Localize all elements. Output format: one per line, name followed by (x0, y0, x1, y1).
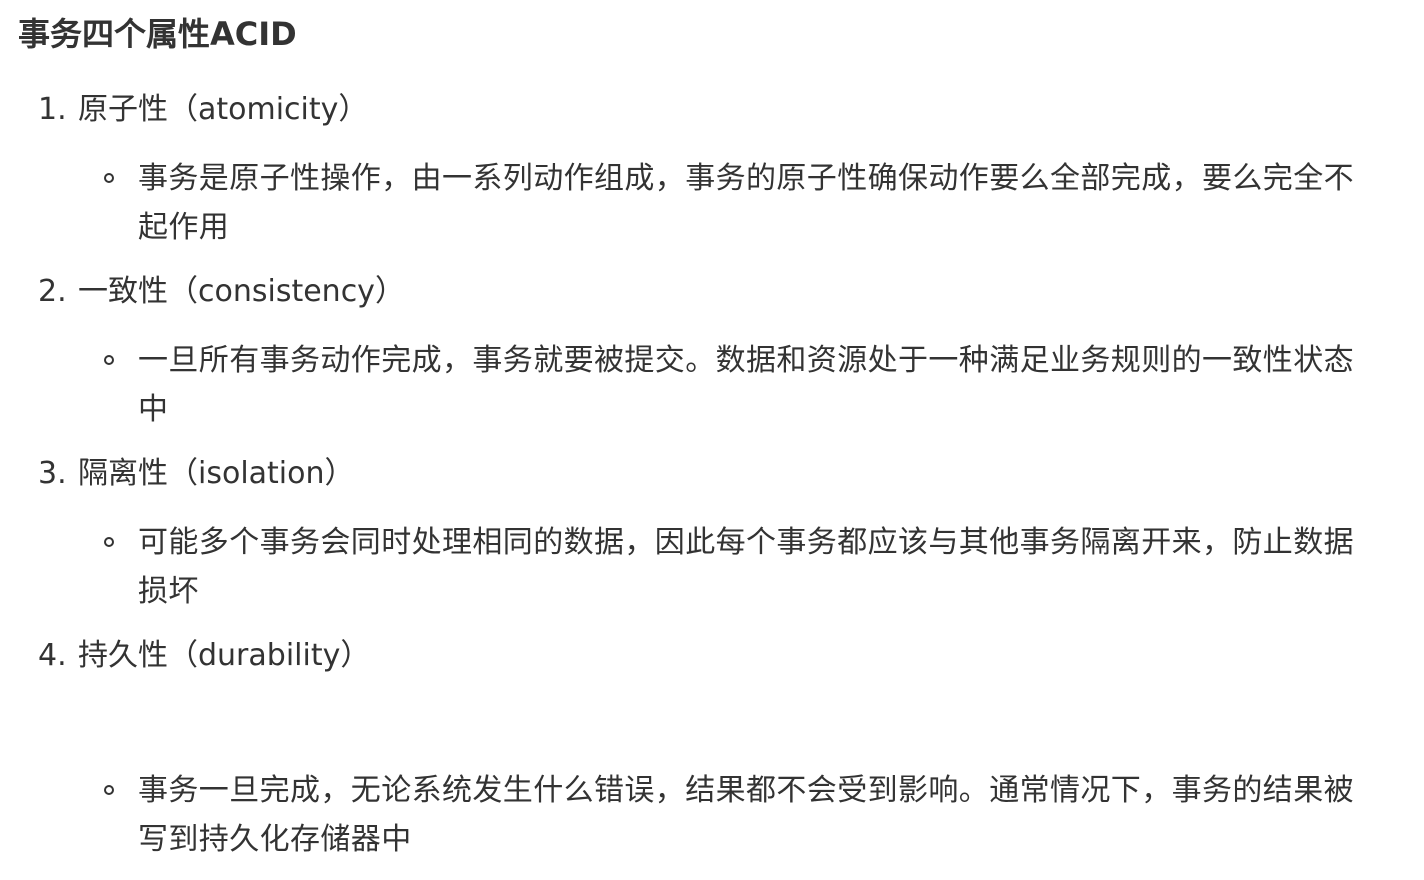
list-item-heading: 一致性（consistency） (78, 274, 405, 309)
list-item-number: 1. (38, 92, 67, 127)
sub-item-atomicity-detail: 事务是原子性操作，由一系列动作组成，事务的原子性确保动作要么全部完成，要么完全不… (138, 161, 1354, 245)
list-item-number: 4. (38, 638, 67, 673)
list-item-heading: 隔离性（isolation） (78, 456, 355, 491)
sub-item-consistency-detail: 一旦所有事务动作完成，事务就要被提交。数据和资源处于一种满足业务规则的一致性状态… (138, 343, 1354, 427)
bullet-icon (104, 173, 114, 183)
bullet-icon (104, 537, 114, 547)
list-item-consistency: 2. 一致性（consistency） (38, 270, 405, 314)
page-title: 事务四个属性ACID (18, 15, 297, 53)
list-item-heading: 持久性（durability） (78, 638, 371, 673)
list-item-number: 2. (38, 274, 67, 309)
list-item-atomicity: 1. 原子性（atomicity） (38, 88, 368, 132)
bullet-icon (104, 355, 114, 365)
sub-item-isolation-detail: 可能多个事务会同时处理相同的数据，因此每个事务都应该与其他事务隔离开来，防止数据… (138, 525, 1354, 609)
list-item-heading: 原子性（atomicity） (78, 92, 369, 127)
list-item-durability: 4. 持久性（durability） (38, 634, 370, 678)
document-page: 事务四个属性ACID 1. 原子性（atomicity） 事务是原子性操作，由一系… (0, 0, 1424, 880)
list-item-isolation: 3. 隔离性（isolation） (38, 452, 355, 496)
sub-item-durability-detail: 事务一旦完成，无论系统发生什么错误，结果都不会受到影响。通常情况下，事务的结果被… (138, 773, 1354, 857)
list-item-number: 3. (38, 456, 67, 491)
bullet-icon (104, 785, 114, 795)
